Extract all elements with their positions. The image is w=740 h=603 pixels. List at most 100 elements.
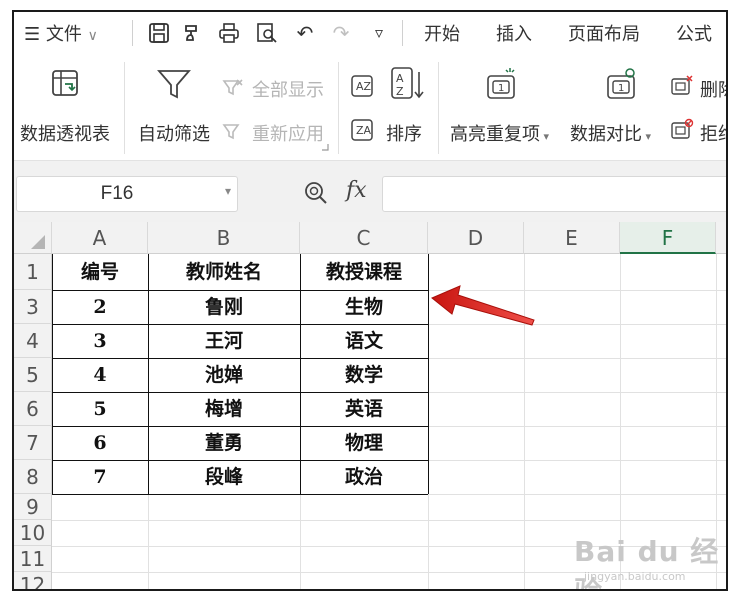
format-painter-icon[interactable] [180,19,206,47]
svg-text:1: 1 [498,83,504,94]
row-header-3[interactable]: 3 [14,290,52,324]
app-window: ☰ 文件 ∨ ↶ ↷ ▿ 开始 插入 页面布局 公式 数据透视表 自动筛选 全部… [12,10,728,591]
gridline [300,494,301,589]
watermark-url: jingyan.baidu.com [584,570,686,583]
file-menu[interactable]: ☰ 文件 ∨ [24,20,98,46]
reapply-label: 重新应用 [252,124,324,145]
gridline [52,520,726,521]
row-header-5[interactable]: 5 [14,358,52,392]
tab-home[interactable]: 开始 [424,20,460,46]
table-cell[interactable]: 池婵 [148,358,300,392]
row-header-1[interactable]: 1 [14,254,52,290]
select-all-button[interactable] [14,222,52,254]
ribbon-bottom-band [14,160,726,172]
annotation-arrow-icon [431,285,535,326]
row-header-4[interactable]: 4 [14,324,52,358]
undo-icon[interactable]: ↶ [292,19,318,47]
reject-duplicates-label: 拒绝 [700,124,726,145]
tab-formulas[interactable]: 公式 [676,20,712,46]
row-header-10[interactable]: 10 [14,520,52,546]
table-cell[interactable]: 3 [52,324,148,358]
sort-ascending-icon[interactable]: AZ [350,74,374,98]
data-compare-icon: 1 [607,68,635,99]
table-header-cell[interactable]: 教师姓名 [148,254,300,290]
table-cell[interactable]: 段峰 [148,460,300,494]
gridline [148,494,149,589]
data-compare-label: 数据对比 ▾ [570,124,652,145]
table-cell[interactable]: 董勇 [148,426,300,460]
row-header-7[interactable]: 7 [14,426,52,460]
table-cell[interactable]: 政治 [300,460,428,494]
pivot-table-icon [52,70,78,96]
filter-clear-icon [222,79,243,96]
table-border [428,254,429,494]
table-cell[interactable]: 4 [52,358,148,392]
autofilter-label: 自动筛选 [138,124,210,145]
chevron-down-icon: ∨ [87,28,98,44]
table-cell[interactable]: 7 [52,460,148,494]
dialog-launcher-icon[interactable] [320,142,330,152]
column-header-b[interactable]: B [148,222,300,254]
column-header-c[interactable]: C [300,222,428,254]
row-header-12[interactable]: 12 [14,572,52,589]
gridline [428,494,429,589]
sort-descending-icon[interactable]: ZA [350,118,374,142]
ribbon-divider [438,62,439,154]
row-header-6[interactable]: 6 [14,392,52,426]
delete-duplicates-label: 删除 [700,80,726,101]
table-header-cell[interactable]: 编号 [52,254,148,290]
table-cell[interactable]: 数学 [300,358,428,392]
table-cell[interactable]: 英语 [300,392,428,426]
print-icon[interactable] [216,19,242,47]
ribbon-data-tab: 数据透视表 自动筛选 全部显示 重新应用 AZ ZA AZ 排序 1 高亮重复项… [14,56,726,160]
insert-function-button[interactable]: fx [346,178,367,203]
tab-page-layout[interactable]: 页面布局 [568,20,640,46]
print-preview-icon[interactable] [254,19,280,47]
table-header-cell[interactable]: 教授课程 [300,254,428,290]
name-box[interactable]: F16 ▾ [16,176,238,212]
table-border [52,494,428,495]
column-header-f[interactable]: F [620,222,716,254]
svg-text:A: A [396,72,404,85]
chevron-down-icon[interactable]: ▾ [225,184,231,198]
column-header-d[interactable]: D [428,222,524,254]
hamburger-icon: ☰ [24,24,41,45]
filter-icon [157,70,191,99]
redo-icon: ↷ [332,21,350,45]
table-cell[interactable]: 语文 [300,324,428,358]
svg-text:ZA: ZA [356,124,372,137]
table-cell[interactable]: 物理 [300,426,428,460]
svg-text:AZ: AZ [356,80,372,93]
svg-text:1: 1 [618,83,624,94]
quick-access-dropdown-icon[interactable]: ▿ [366,19,392,47]
menu-bar: ☰ 文件 ∨ ↶ ↷ ▿ 开始 插入 页面布局 公式 [14,12,726,56]
highlight-duplicates-icon: 1 [487,68,515,99]
watermark-logo: Bai du 经验 jingyan.baidu.com [574,530,726,589]
column-header-g[interactable] [716,222,726,254]
table-cell[interactable]: 生物 [300,290,428,324]
row-header-8[interactable]: 8 [14,460,52,494]
table-cell[interactable]: 梅增 [148,392,300,426]
formula-bar: F16 ▾ fx [14,172,726,222]
menu-divider [132,20,133,46]
zoom-formula-icon[interactable] [304,181,328,211]
table-cell[interactable]: 6 [52,426,148,460]
table-cell[interactable]: 王河 [148,324,300,358]
show-all-label: 全部显示 [252,80,324,101]
save-icon[interactable] [146,19,172,47]
formula-input[interactable] [382,176,726,212]
menu-divider [402,20,403,46]
row-header-9[interactable]: 9 [14,494,52,520]
name-box-value: F16 [100,183,134,204]
column-header-e[interactable]: E [524,222,620,254]
column-header-a[interactable]: A [52,222,148,254]
file-menu-label: 文件 [45,24,82,45]
ribbon-divider [338,62,339,154]
reject-duplicates-icon [671,118,694,139]
delete-duplicates-icon [671,75,693,95]
table-cell[interactable]: 5 [52,392,148,426]
table-cell[interactable]: 鲁刚 [148,290,300,324]
tab-insert[interactable]: 插入 [496,20,532,46]
row-header-11[interactable]: 11 [14,546,52,572]
table-cell[interactable]: 2 [52,290,148,324]
